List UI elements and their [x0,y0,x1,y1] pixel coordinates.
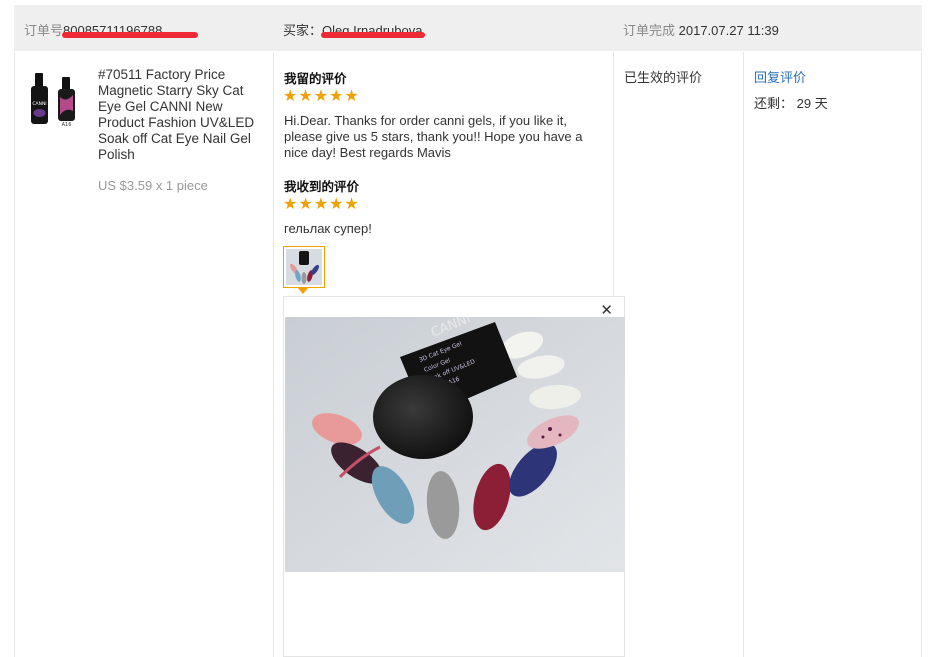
received-review-stars: ★ ★ ★ ★ ★ [283,197,359,213]
order-number-redaction [62,32,198,38]
star-icon: ★ [283,88,298,105]
star-icon: ★ [313,88,329,105]
buyer-name-redaction [321,32,425,38]
review-photo: CANNI 3D Cat Eye Gel Color Gel Soak off … [285,311,625,572]
photo-preview-panel: ✕ CANNI 3D Cat Eye Gel Color Gel Soak of… [283,296,625,657]
star-icon: ★ [313,196,329,213]
review-photo-thumbnail[interactable] [283,246,325,288]
photo-pointer-icon [298,288,308,294]
received-review-title: 我收到的评价 [284,179,360,194]
star-icon: ★ [329,88,344,105]
order-complete-time: 2017.07.27 11:39 [678,23,779,38]
order-header: 订单号80085711196788 买家：Oleg Irnadrubova 订单… [14,5,922,51]
remaining-label: 还剩： [754,96,794,111]
thumb-code: A16 [62,122,72,128]
column-divider [273,52,274,657]
table-border-right [921,52,922,657]
my-review-text: Hi.Dear. Thanks for order canni gels, if… [284,113,583,160]
product-price: US $3.59 x 1 piece [98,178,208,193]
order-complete-label: 订单完成 [623,23,676,38]
review-status: 已生效的评价 [624,70,703,85]
order-complete: 订单完成 2017.07.27 11:39 [623,20,779,39]
star-icon: ★ [298,196,313,213]
product-thumbnail[interactable]: CANNI A16 [29,71,81,128]
my-review-title: 我留的评价 [284,71,347,86]
star-icon: ★ [283,196,298,213]
product-title[interactable]: #70511 Factory Price Magnetic Starry Sky… [98,67,263,163]
star-icon: ★ [344,88,359,105]
remaining-time: 还剩： 29 天 [754,93,828,112]
star-icon: ★ [329,196,344,213]
buyer-label: 买家： [283,23,323,38]
my-review-stars: ★ ★ ★ ★ ★ [283,89,359,105]
table-border-left [14,52,15,657]
star-icon: ★ [344,196,359,213]
thumb-brand: CANNI [32,101,46,107]
reply-review-link[interactable]: 回复评价 [754,67,806,86]
received-review-text: гельлак супер! [284,221,372,236]
column-divider [743,52,744,657]
star-icon: ★ [298,88,313,105]
order-number-label: 订单号 [24,23,64,38]
remaining-value: 29 天 [796,96,828,111]
